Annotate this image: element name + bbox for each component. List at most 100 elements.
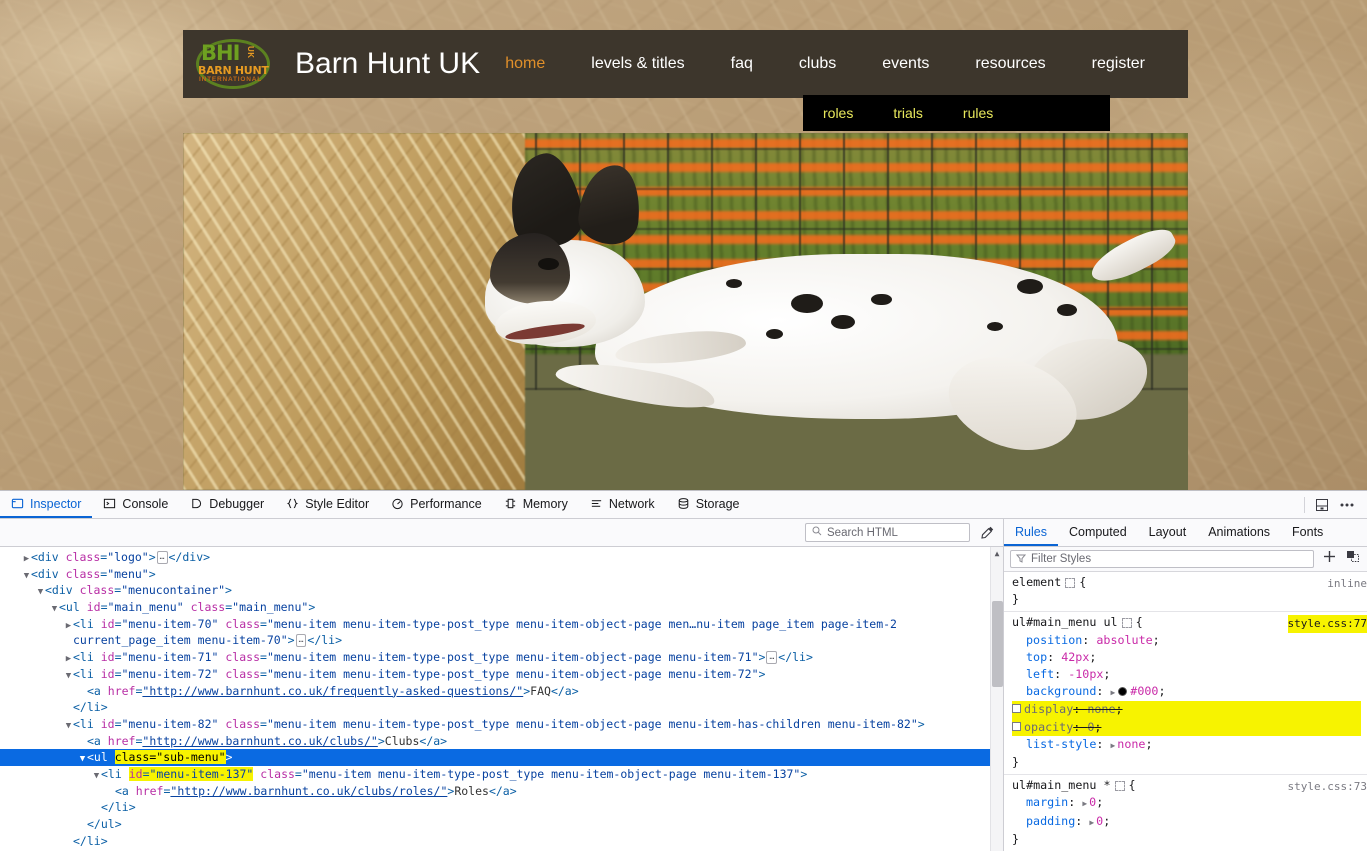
css-property-name[interactable]: list-style	[1012, 736, 1096, 753]
class-toggle-icon[interactable]	[1345, 549, 1361, 569]
css-selector[interactable]: element	[1012, 575, 1061, 589]
css-declaration[interactable]: position: absolute;	[1012, 632, 1361, 649]
add-rule-icon[interactable]	[1322, 549, 1337, 569]
barn-hunt-logo[interactable]: BHI UK BARN HUNT INTERNATIONAL	[193, 38, 277, 90]
markup-line[interactable]: <div class="logo">…</div>	[0, 549, 1003, 566]
markup-scrollbar[interactable]: ▲	[990, 547, 1003, 851]
markup-line[interactable]: <li id="menu-item-72" class="menu-item m…	[0, 666, 1003, 683]
devtools-tab-memory[interactable]: Memory	[493, 491, 579, 518]
css-property-name[interactable]: top	[1012, 649, 1047, 666]
devtools-tab-debugger[interactable]: Debugger	[179, 491, 275, 518]
markup-line[interactable]: <li id="menu-item-82" class="menu-item m…	[0, 716, 1003, 733]
nav-item-register[interactable]: register	[1069, 55, 1168, 73]
markup-line[interactable]: <div class="menucontainer">	[0, 582, 1003, 599]
sidebar-tab-rules[interactable]: Rules	[1004, 519, 1058, 546]
collapsed-content-badge[interactable]: …	[295, 634, 307, 648]
nav-item-resources[interactable]: resources	[952, 55, 1068, 73]
css-property-value[interactable]: -10px	[1068, 667, 1103, 681]
declaration-enable-checkbox[interactable]	[1012, 704, 1021, 714]
css-declaration[interactable]: list-style: ▶ none;	[1012, 736, 1361, 754]
css-declaration[interactable]: display: none;	[1012, 701, 1361, 719]
selector-highlighter-icon[interactable]	[1121, 617, 1132, 628]
markup-line[interactable]: </ul>	[0, 816, 1003, 833]
nav-item-faq[interactable]: faq	[708, 55, 776, 73]
nav-item-clubs[interactable]: clubs	[776, 55, 859, 73]
collapsed-content-badge[interactable]: …	[766, 651, 778, 665]
devtools-tab-console[interactable]: Console	[92, 491, 179, 518]
markup-link[interactable]: "http://www.barnhunt.co.uk/clubs/roles/"	[170, 784, 447, 798]
css-property-name[interactable]: opacity	[1024, 719, 1073, 736]
value-expander-icon[interactable]: ▶	[1089, 814, 1094, 831]
css-selector[interactable]: ul#main_menu ul	[1012, 615, 1118, 629]
markup-line[interactable]: <a href="http://www.barnhunt.co.uk/clubs…	[0, 733, 1003, 750]
css-property-name[interactable]: margin	[1012, 794, 1068, 811]
markup-line[interactable]: <li id="menu-item-137" class="menu-item …	[0, 766, 1003, 783]
markup-link[interactable]: "http://www.barnhunt.co.uk/frequently-as…	[142, 684, 523, 698]
markup-line-selected[interactable]: <ul class="sub-menu">	[0, 749, 1003, 766]
css-property-name[interactable]: left	[1012, 666, 1054, 683]
sidebar-tab-computed[interactable]: Computed	[1058, 519, 1138, 546]
css-property-name[interactable]: background	[1012, 683, 1096, 700]
nav-item-levels-titles[interactable]: levels & titles	[568, 55, 707, 73]
collapsed-content-badge[interactable]: …	[156, 551, 168, 564]
markup-line[interactable]: </li>	[0, 833, 1003, 850]
scroll-up-arrow[interactable]: ▲	[991, 547, 1003, 560]
css-property-value[interactable]: 42px	[1061, 650, 1089, 664]
css-rule-source-link[interactable]: inline	[1327, 575, 1367, 592]
css-declaration[interactable]: padding: ▶ 0;	[1012, 813, 1361, 831]
css-property-name[interactable]: display	[1024, 701, 1073, 718]
css-declaration[interactable]: left: -10px;	[1012, 666, 1361, 683]
devtools-tab-inspector[interactable]: Inspector	[0, 491, 93, 518]
markup-line[interactable]: </li>	[0, 699, 1003, 716]
css-property-name[interactable]: padding	[1012, 813, 1075, 830]
nav-item-events[interactable]: events	[859, 55, 952, 73]
markup-line[interactable]: <ul id="main_menu" class="main_menu">	[0, 599, 1003, 616]
css-declaration[interactable]: background: ▶ #000;	[1012, 683, 1361, 701]
split-console-icon[interactable]	[1315, 498, 1329, 512]
submenu-item-trials[interactable]: trials	[873, 105, 943, 121]
markup-line[interactable]: <div class="menu">	[0, 566, 1003, 583]
css-declaration[interactable]: margin: ▶ 0;	[1012, 794, 1361, 812]
value-expander-icon[interactable]: ▶	[1110, 737, 1115, 754]
sidebar-tab-layout[interactable]: Layout	[1138, 519, 1198, 546]
selector-highlighter-icon[interactable]	[1114, 780, 1125, 791]
nav-item-home[interactable]: home	[482, 55, 568, 73]
css-property-value[interactable]: none	[1087, 702, 1115, 716]
css-selector[interactable]: ul#main_menu *	[1012, 778, 1111, 792]
markup-view[interactable]: <div class="logo">…</div><div class="men…	[0, 547, 1004, 851]
value-expander-icon[interactable]: ▶	[1110, 684, 1115, 701]
submenu-item-rules[interactable]: rules	[943, 105, 1013, 121]
css-rule[interactable]: inline element {}	[1004, 572, 1367, 613]
css-rule[interactable]: style.css:73 ul#main_menu * {margin: ▶ 0; pa…	[1004, 775, 1367, 851]
search-input[interactable]: Search HTML	[805, 523, 970, 542]
markup-line[interactable]: <li id="menu-item-71" class="menu-item m…	[0, 649, 1003, 666]
css-rule[interactable]: style.css:77 ul#main_menu ul {position: ab…	[1004, 612, 1367, 776]
markup-line[interactable]: current_page_item menu-item-70">… </li>	[0, 632, 1003, 649]
markup-line[interactable]: </li>	[0, 799, 1003, 816]
markup-line[interactable]: <li id="menu-item-70" class="menu-item m…	[0, 616, 1003, 633]
submenu-item-roles[interactable]: roles	[803, 105, 873, 121]
css-declaration[interactable]: top: 42px;	[1012, 649, 1361, 666]
filter-styles-input[interactable]: Filter Styles	[1010, 550, 1314, 568]
devtools-tab-network[interactable]: Network	[579, 491, 666, 518]
css-rule-source-link[interactable]: style.css:73	[1288, 778, 1367, 795]
css-property-value[interactable]: #000	[1130, 684, 1158, 698]
markup-link[interactable]: "http://www.barnhunt.co.uk/clubs/"	[142, 734, 377, 748]
declaration-enable-checkbox[interactable]	[1012, 721, 1021, 731]
devtools-tab-performance[interactable]: Performance	[380, 491, 493, 518]
markup-line[interactable]: <a href="http://www.barnhunt.co.uk/frequ…	[0, 683, 1003, 700]
devtools-tab-style-editor[interactable]: Style Editor	[275, 491, 380, 518]
markup-line[interactable]: <a href="http://www.barnhunt.co.uk/clubs…	[0, 783, 1003, 800]
scrollbar-thumb[interactable]	[992, 601, 1003, 687]
value-expander-icon[interactable]: ▶	[1082, 795, 1087, 812]
css-property-name[interactable]: position	[1012, 632, 1082, 649]
selector-highlighter-icon[interactable]	[1065, 577, 1076, 588]
sidebar-tab-animations[interactable]: Animations	[1197, 519, 1281, 546]
eyedropper-icon[interactable]	[980, 525, 995, 540]
css-property-value[interactable]: none	[1117, 737, 1145, 751]
meatball-menu-icon[interactable]	[1339, 498, 1355, 512]
sidebar-tab-fonts[interactable]: Fonts	[1281, 519, 1334, 546]
css-rule-source-link[interactable]: style.css:77	[1287, 615, 1367, 633]
css-declaration[interactable]: opacity: 0;	[1012, 718, 1361, 736]
css-property-value[interactable]: absolute	[1096, 633, 1152, 647]
